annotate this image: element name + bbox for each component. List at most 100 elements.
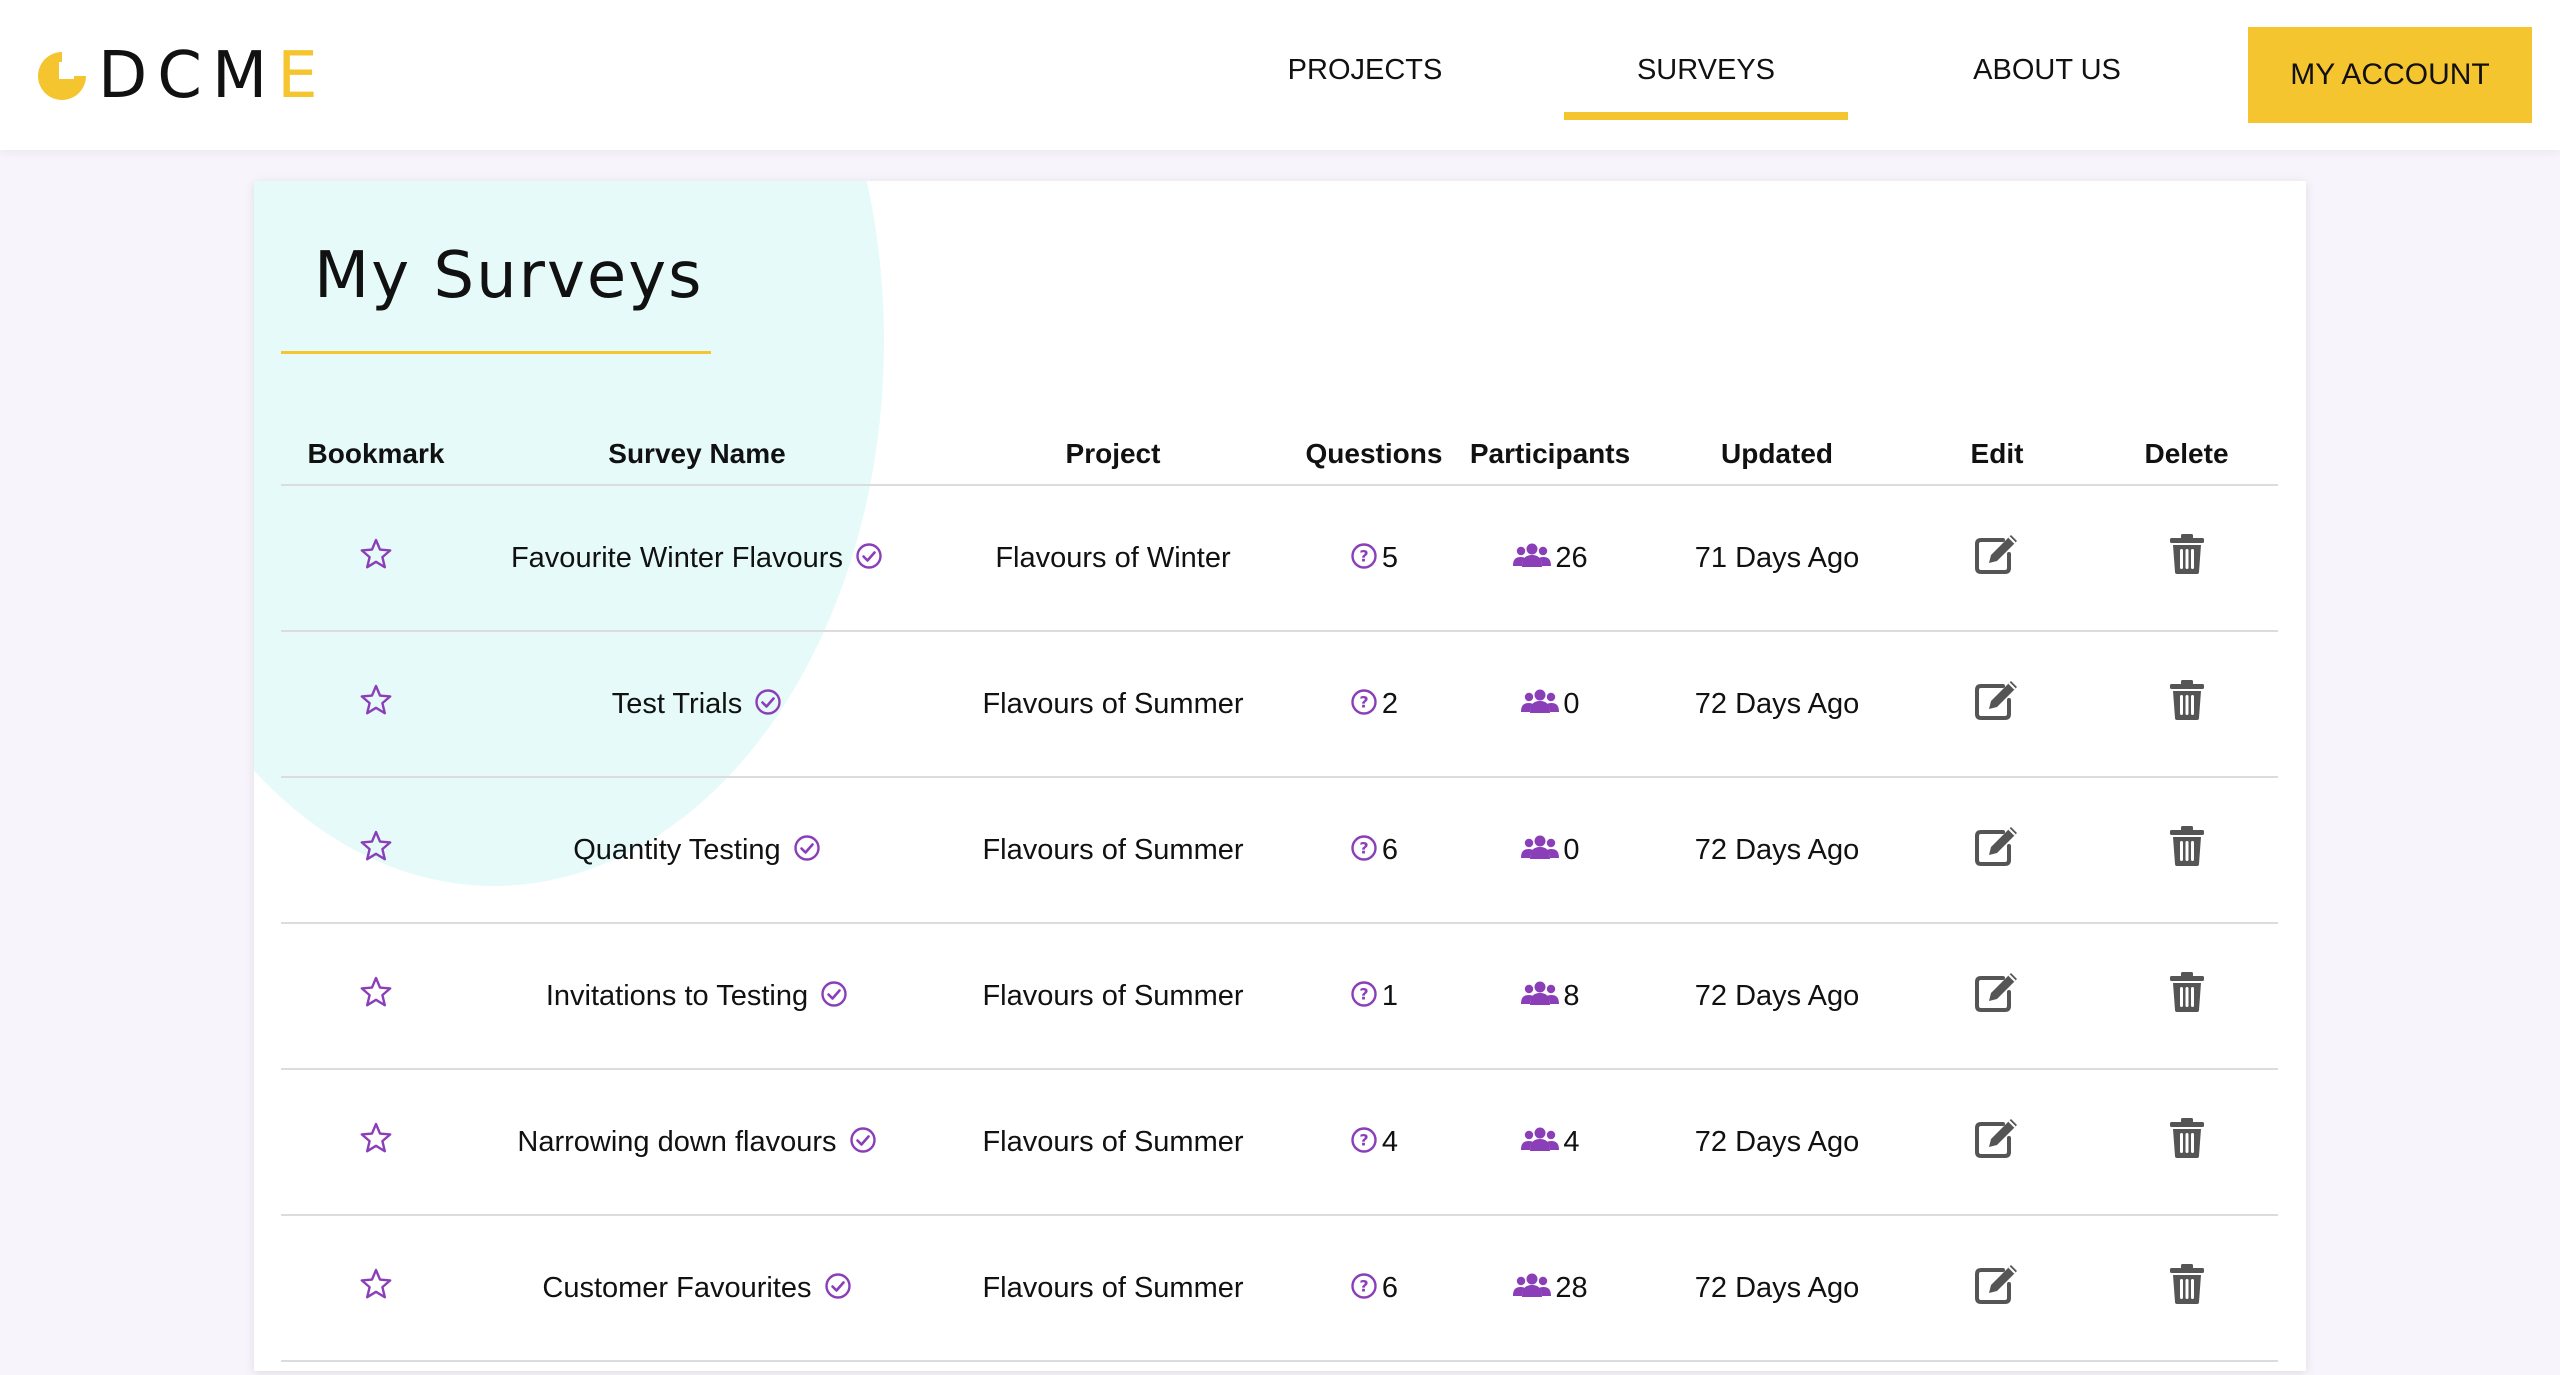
- users-icon: [1521, 1127, 1560, 1152]
- logo-text-accent: E: [277, 39, 328, 113]
- updated-cell: 72 Days Ago: [1655, 631, 1899, 778]
- participant-count: 0: [1563, 687, 1580, 720]
- updated-time: 72 Days Ago: [1694, 833, 1860, 866]
- nav-surveys[interactable]: SURVEYS: [1564, 48, 1848, 120]
- delete-survey-button[interactable]: [2169, 825, 2205, 870]
- bookmark-button[interactable]: [359, 683, 393, 720]
- users-icon: [1513, 543, 1552, 568]
- questions-cell: ? 6: [1303, 777, 1445, 924]
- trash-icon: [2169, 1118, 2204, 1158]
- project-cell: Flavours of Winter: [923, 485, 1303, 632]
- updated-cell: 71 Days Ago: [1655, 485, 1899, 632]
- star-outline-icon: [360, 1268, 392, 1299]
- participants-cell: 4: [1445, 1069, 1655, 1216]
- participant-count: 8: [1563, 979, 1580, 1012]
- survey-name[interactable]: Invitations to Testing: [546, 980, 808, 1012]
- edit-cell: [1899, 777, 2095, 924]
- nav-projects[interactable]: PROJECTS: [1250, 48, 1480, 120]
- bookmark-button[interactable]: [359, 537, 393, 574]
- participants-cell: 8: [1445, 923, 1655, 1070]
- updated-time: 72 Days Ago: [1694, 1125, 1860, 1158]
- question-count: 4: [1381, 1125, 1399, 1158]
- page-title: My Surveys: [314, 239, 704, 313]
- logo-wordmark: DCME: [98, 44, 328, 108]
- users-icon: [1521, 981, 1560, 1006]
- bookmark-button[interactable]: [359, 975, 393, 1012]
- edit-survey-button[interactable]: [1973, 532, 2021, 579]
- survey-name[interactable]: Narrowing down flavours: [517, 1126, 836, 1158]
- project-name: Flavours of Winter: [995, 541, 1231, 574]
- survey-name[interactable]: Customer Favourites: [542, 1272, 811, 1304]
- table-row: Invitations to Testing Flavours of Summe…: [281, 923, 2278, 1070]
- delete-survey-button[interactable]: [2169, 1117, 2205, 1162]
- survey-name-cell: Quantity Testing: [471, 777, 923, 924]
- edit-survey-button[interactable]: [1973, 1116, 2021, 1163]
- survey-name-cell: Customer Favourites: [471, 1215, 923, 1362]
- star-outline-icon: [360, 684, 392, 715]
- check-circle-icon: [821, 981, 847, 1008]
- header-survey-name: Survey Name: [471, 391, 923, 486]
- question-circle-icon: ?: [1351, 1127, 1377, 1154]
- users-icon: [1521, 835, 1560, 860]
- edit-cell: [1899, 1215, 2095, 1362]
- survey-name[interactable]: Quantity Testing: [573, 834, 780, 866]
- bookmark-button[interactable]: [359, 829, 393, 866]
- delete-cell: [2095, 631, 2278, 778]
- updated-cell: 72 Days Ago: [1655, 923, 1899, 1070]
- svg-text:?: ?: [1359, 547, 1368, 566]
- survey-name-cell: Favourite Winter Flavours: [471, 485, 923, 632]
- bookmark-cell: [281, 631, 471, 778]
- header-edit: Edit: [1899, 391, 2095, 486]
- nav-about-us-label: ABOUT US: [1973, 54, 2121, 86]
- bookmark-cell: [281, 923, 471, 1070]
- svg-text:?: ?: [1359, 1131, 1368, 1150]
- delete-survey-button[interactable]: [2169, 533, 2205, 578]
- delete-survey-button[interactable]: [2169, 971, 2205, 1016]
- project-name: Flavours of Summer: [982, 979, 1244, 1012]
- question-circle-icon: ?: [1351, 689, 1377, 716]
- edit-survey-button[interactable]: [1973, 824, 2021, 871]
- nav-about-us[interactable]: ABOUT US: [1932, 48, 2162, 120]
- bookmark-cell: [281, 777, 471, 924]
- project-cell: Flavours of Summer: [923, 1069, 1303, 1216]
- survey-name[interactable]: Test Trials: [612, 688, 743, 720]
- star-outline-icon: [360, 830, 392, 861]
- survey-name[interactable]: Favourite Winter Flavours: [511, 542, 843, 574]
- dcme-logo[interactable]: DCME: [34, 44, 328, 108]
- updated-time: 72 Days Ago: [1694, 979, 1860, 1012]
- question-count: 1: [1381, 979, 1399, 1012]
- bookmark-button[interactable]: [359, 1267, 393, 1304]
- question-count: 6: [1381, 833, 1399, 866]
- surveys-card: My Surveys Bookmark Survey Name Project …: [254, 181, 2306, 1371]
- updated-cell: 72 Days Ago: [1655, 777, 1899, 924]
- trash-icon: [2169, 972, 2204, 1012]
- check-circle-icon: [755, 689, 781, 716]
- bookmark-cell: [281, 1069, 471, 1216]
- edit-survey-button[interactable]: [1973, 970, 2021, 1017]
- svg-text:?: ?: [1359, 693, 1368, 712]
- edit-survey-button[interactable]: [1973, 1262, 2021, 1309]
- delete-cell: [2095, 1069, 2278, 1216]
- edit-icon: [1975, 973, 2017, 1012]
- header-updated: Updated: [1655, 391, 1899, 486]
- participants-cell: 26: [1445, 485, 1655, 632]
- check-circle-icon: [856, 543, 882, 570]
- surveys-table-container: Bookmark Survey Name Project Questions P…: [281, 391, 2278, 1362]
- bookmark-button[interactable]: [359, 1121, 393, 1158]
- nav-projects-label: PROJECTS: [1287, 54, 1443, 86]
- header-delete: Delete: [2095, 391, 2278, 486]
- svg-text:?: ?: [1359, 985, 1368, 1004]
- table-row: Customer Favourites Flavours of Summer ?…: [281, 1215, 2278, 1362]
- question-circle-icon: ?: [1351, 543, 1377, 570]
- bookmark-cell: [281, 485, 471, 632]
- delete-survey-button[interactable]: [2169, 1263, 2205, 1308]
- edit-survey-button[interactable]: [1973, 678, 2021, 725]
- trash-icon: [2169, 534, 2204, 574]
- header-participants: Participants: [1445, 391, 1655, 486]
- my-account-button[interactable]: MY ACCOUNT: [2248, 27, 2532, 123]
- delete-survey-button[interactable]: [2169, 679, 2205, 724]
- users-icon: [1521, 689, 1560, 714]
- edit-cell: [1899, 485, 2095, 632]
- project-name: Flavours of Summer: [982, 1125, 1244, 1158]
- check-circle-icon: [849, 1127, 876, 1154]
